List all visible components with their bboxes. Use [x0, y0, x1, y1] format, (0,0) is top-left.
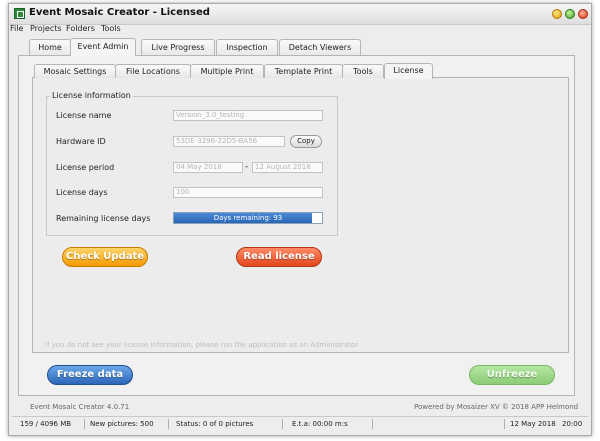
license-days-label: License days [56, 188, 108, 197]
copy-button[interactable]: Copy [290, 135, 322, 148]
check-update-button[interactable]: Check Update [62, 247, 148, 267]
hardware-id-label: Hardware ID [56, 137, 106, 146]
unfreeze-button[interactable]: Unfreeze [469, 365, 555, 385]
tab-live-progress[interactable]: Live Progress [141, 39, 215, 55]
remaining-days-progress: Days remaining: 93 [173, 212, 323, 224]
tab-detach-viewers[interactable]: Detach Viewers [279, 39, 361, 55]
menu-file[interactable]: File [10, 24, 23, 33]
freeze-data-button[interactable]: Freeze data [47, 365, 133, 385]
subtab-tools[interactable]: Tools [342, 64, 384, 78]
close-button[interactable] [578, 9, 588, 19]
maximize-button[interactable] [565, 9, 575, 19]
title-bar[interactable]: Event Mosaic Creator - Licensed [9, 4, 591, 25]
license-name-field[interactable]: Version_3.0_testing [173, 110, 323, 121]
tab-home[interactable]: Home [29, 39, 71, 55]
subtab-template-print[interactable]: Template Print [264, 64, 343, 78]
status-memory: 159 / 4096 MB [20, 420, 72, 428]
subtab-file-locations[interactable]: File Locations [115, 64, 191, 78]
status-bar: 159 / 4096 MB New pictures: 500 Status: … [12, 416, 588, 431]
progress-text: Days remaining: 93 [213, 214, 283, 222]
status-separator [282, 419, 283, 429]
read-license-button[interactable]: Read license [236, 247, 322, 267]
remaining-days-label: Remaining license days [56, 214, 151, 223]
version-text: Event Mosaic Creator 4.0.71 [30, 403, 130, 411]
app-icon [14, 8, 25, 19]
status-separator [372, 419, 373, 429]
minimize-button[interactable] [552, 9, 562, 19]
subtab-multiple-print[interactable]: Multiple Print [190, 64, 264, 78]
license-name-label: License name [56, 111, 112, 120]
period-end-field[interactable]: 12 August 2018 [252, 162, 323, 173]
subtab-mosaic-settings[interactable]: Mosaic Settings [34, 64, 116, 78]
subtab-license[interactable]: License [384, 63, 433, 79]
status-separator [504, 419, 505, 429]
license-info-title: License information [50, 91, 133, 100]
period-start-field[interactable]: 04 May 2018 [173, 162, 243, 173]
menu-bar: File Projects Folders Tools [8, 23, 590, 37]
window-title: Event Mosaic Creator - Licensed [29, 7, 210, 18]
status-pictures: Status: 0 of 0 pictures [176, 420, 254, 428]
menu-projects[interactable]: Projects [30, 24, 62, 33]
tab-inspection[interactable]: Inspection [216, 39, 278, 55]
hardware-id-field[interactable]: 53DE-3296-22D5-BA56 [173, 136, 285, 147]
license-days-field[interactable]: 100 [173, 187, 323, 198]
menu-folders[interactable]: Folders [66, 24, 95, 33]
status-separator [168, 419, 169, 429]
admin-hint-text: If you do not see your license informati… [45, 341, 358, 349]
powered-by-text: Powered by Mosaizer XV © 2018 APP Helmon… [414, 403, 579, 411]
status-separator [84, 419, 85, 429]
menu-tools[interactable]: Tools [101, 24, 121, 33]
status-time: 20:00 [562, 420, 583, 428]
license-period-label: License period [56, 163, 115, 172]
tab-event-admin[interactable]: Event Admin [70, 38, 136, 56]
period-separator: - [245, 162, 249, 172]
status-new-pictures: New pictures: 500 [90, 420, 154, 428]
status-eta: E.t.a: 00:00 m:s [292, 420, 348, 428]
status-date: 12 May 2018 [510, 420, 556, 428]
